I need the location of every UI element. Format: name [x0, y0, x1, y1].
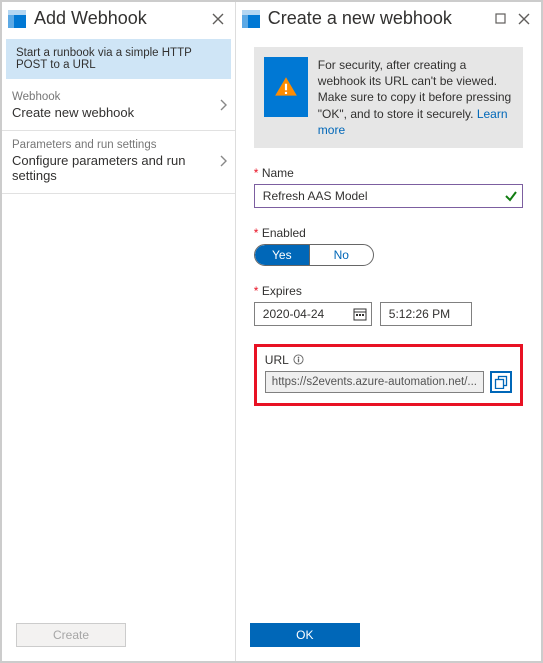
copy-icon	[494, 375, 508, 389]
description-band: Start a runbook via a simple HTTP POST t…	[6, 39, 231, 79]
nav-label: Parameters and run settings	[12, 139, 219, 153]
warning-icon	[264, 57, 308, 117]
info-text: For security, after creating a webhook i…	[318, 57, 513, 138]
calendar-icon	[353, 307, 367, 321]
name-label: Name	[262, 166, 294, 180]
blade-icon	[242, 10, 260, 28]
nav-value: Configure parameters and run settings	[12, 153, 219, 183]
pane-title: Add Webhook	[34, 8, 203, 29]
expires-time-value: 5:12:26 PM	[389, 307, 450, 321]
content-area: For security, after creating a webhook i…	[236, 33, 541, 661]
chevron-right-icon	[219, 155, 227, 167]
enabled-label: Enabled	[262, 226, 306, 240]
copy-button[interactable]	[490, 371, 512, 393]
expires-time-input[interactable]: 5:12:26 PM	[380, 302, 472, 326]
toggle-no[interactable]: No	[310, 245, 373, 265]
url-label: URL	[265, 353, 289, 367]
url-input[interactable]: https://s2events.azure-automation.net/..…	[265, 371, 484, 393]
create-webhook-pane: Create a new webhook For security, after…	[236, 2, 541, 661]
check-icon	[504, 189, 518, 203]
url-value: https://s2events.azure-automation.net/..…	[272, 376, 477, 388]
footer: Create	[2, 623, 235, 647]
name-field: * Name Refresh AAS Model	[254, 166, 523, 208]
close-icon[interactable]	[209, 10, 227, 28]
name-input[interactable]: Refresh AAS Model	[254, 184, 523, 208]
expires-date-value: 2020-04-24	[263, 307, 353, 321]
close-icon[interactable]	[515, 10, 533, 28]
ok-button[interactable]: OK	[250, 623, 360, 647]
enabled-field: * Enabled Yes No	[254, 226, 523, 266]
url-block: URL https://s2events.azure-automation.ne…	[254, 344, 523, 406]
add-webhook-pane: Add Webhook Start a runbook via a simple…	[2, 2, 236, 661]
pane-header: Create a new webhook	[236, 2, 541, 33]
toggle-yes[interactable]: Yes	[255, 245, 310, 265]
blade-icon	[8, 10, 26, 28]
chevron-right-icon	[219, 99, 227, 111]
nav-item-parameters[interactable]: Parameters and run settings Configure pa…	[2, 131, 235, 194]
info-icon[interactable]	[293, 354, 304, 365]
nav-label: Webhook	[12, 91, 219, 105]
footer: OK	[236, 623, 541, 647]
pane-title: Create a new webhook	[268, 8, 485, 29]
maximize-icon[interactable]	[491, 10, 509, 28]
expires-field: * Expires 2020-04-24 5:12:26 PM	[254, 284, 523, 326]
nav-item-webhook[interactable]: Webhook Create new webhook	[2, 83, 235, 131]
nav-value: Create new webhook	[12, 105, 219, 120]
name-value: Refresh AAS Model	[263, 189, 504, 203]
enabled-toggle[interactable]: Yes No	[254, 244, 374, 266]
create-button[interactable]: Create	[16, 623, 126, 647]
expires-date-input[interactable]: 2020-04-24	[254, 302, 372, 326]
pane-header: Add Webhook	[2, 2, 235, 33]
expires-label: Expires	[262, 284, 302, 298]
info-box: For security, after creating a webhook i…	[254, 47, 523, 148]
